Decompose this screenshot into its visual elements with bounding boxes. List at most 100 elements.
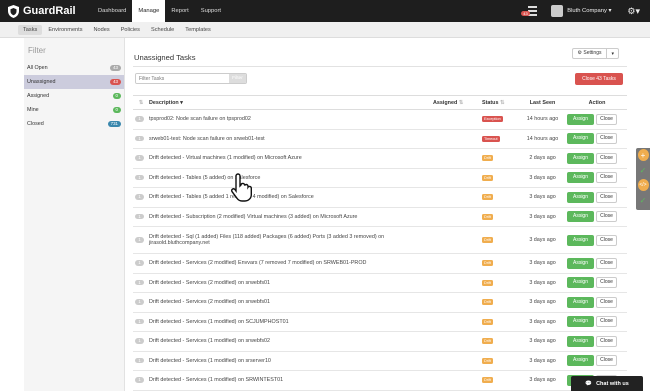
table-row: 1 Drift detected - Tables (5 added) on Sa… [133,168,627,188]
column-description[interactable]: Description ▾ [149,95,433,110]
check-icon[interactable]: ✓ [638,194,649,206]
tab-environments[interactable]: Environments [43,25,87,35]
column-status[interactable]: Status ⇅ [482,95,518,110]
sidebar-item-closed[interactable]: Closed 731 [24,117,124,131]
close-button[interactable]: Close [596,234,617,246]
gear-icon: ⚙ [577,50,583,56]
task-description[interactable]: Drift detected - Services (1 modified) o… [149,370,433,391]
count-badge: 43 [110,65,121,71]
assign-button[interactable]: Assign [567,296,594,308]
task-description[interactable]: Drift detected - Subscription (2 modifie… [149,207,433,227]
tab-policies[interactable]: Policies [116,25,145,35]
code-icon[interactable]: </> [637,179,649,191]
task-description[interactable]: Drift detected - Services (1 modified) o… [149,312,433,332]
assign-button[interactable]: Assign [567,316,594,328]
sidebar-item-unassigned[interactable]: Unassigned 43 [24,75,124,89]
assign-button[interactable]: Assign [567,211,594,223]
close-button[interactable]: Close [596,113,617,125]
task-description[interactable]: Drift detected - Services (1 modified) o… [149,331,433,352]
page-title: Unassigned Tasks [134,53,196,62]
row-count-badge: 1 [135,194,144,200]
column-last-seen[interactable]: Last Seen [518,95,567,110]
row-count-badge: 1 [135,279,144,286]
close-button[interactable]: Close [596,152,617,164]
column-assigned[interactable]: Assigned ⇅ [433,95,482,110]
app-logo[interactable]: GuardRail [0,4,92,18]
close-button[interactable]: Close [596,172,617,184]
assign-button[interactable]: Assign [567,234,594,246]
filter-input[interactable] [136,74,229,83]
close-button[interactable]: Close [596,133,617,145]
close-button[interactable]: Close [596,211,617,223]
assign-button[interactable]: Assign [567,257,594,269]
sort-icon[interactable]: ⇅ [133,95,149,110]
status-badge: Drift [482,299,493,306]
assign-button[interactable]: Assign [567,277,594,289]
avatar[interactable] [551,5,564,17]
close-button[interactable]: Close [596,257,617,269]
count-badge: 43 [110,79,121,85]
chat-widget[interactable]: 💬 Chat with us [571,376,643,391]
task-description[interactable]: Drift detected - Services (2 modified) o… [149,292,433,313]
sidebar-item-assigned[interactable]: Assigned 0 [24,89,124,103]
assign-button[interactable]: Assign [567,355,594,367]
count-badge: 0 [112,93,121,99]
assign-button[interactable]: Assign [567,172,594,184]
close-button[interactable]: Close [596,355,617,367]
nav-dashboard[interactable]: Dashboard [92,0,132,22]
settings-button[interactable]: ⚙ Settings ▾ [571,48,619,59]
task-description[interactable]: Drift detected - Tables (5 added 1 remov… [149,187,433,208]
task-description[interactable]: Drift detected - Services (2 modified) E… [149,253,433,274]
table-row: 1 srweb01-test: Node scan failure on srwe… [133,129,627,149]
tab-templates[interactable]: Templates [180,25,216,35]
close-button[interactable]: Close [596,191,617,203]
company-menu[interactable]: Bluth Company ▾ [567,8,611,14]
tab-schedule[interactable]: Schedule [146,25,179,35]
check-icon[interactable]: ✓ [638,164,649,176]
sidebar-item-all-open[interactable]: All Open 43 [24,61,124,75]
task-description[interactable]: tpsprod02: Node scan failure on tpsprod0… [149,109,433,130]
tab-tasks[interactable]: Tasks [18,24,43,35]
status-badge: Drift [482,237,493,243]
last-seen: 14 hours ago [518,129,567,149]
company-name: Bluth Company [567,8,607,14]
assigned-cell [433,253,482,274]
task-description[interactable]: Drift detected - Services (2 modified) o… [149,273,433,293]
status-badge: Drift [482,338,493,345]
close-button[interactable]: Close [596,335,617,347]
task-description[interactable]: Drift detected - Tables (5 added) on Sal… [149,168,433,188]
sidebar-item-mine[interactable]: Mine 0 [24,103,124,117]
assigned-cell [433,207,482,227]
last-seen: 3 days ago [518,168,567,188]
row-count-badge: 1 [135,213,144,220]
task-description[interactable]: Drift detected - Sql (1 added) Files (11… [149,226,433,254]
task-list-icon[interactable]: 43 [521,5,539,17]
task-description[interactable]: srweb01-test: Node scan failure on srweb… [149,129,433,149]
gear-icon[interactable]: ⚙▾ [627,6,640,17]
assign-button[interactable]: Assign [567,133,594,145]
sidebar-item-label: Closed [27,121,44,127]
task-description[interactable]: Drift detected - Services (1 modified) o… [149,351,433,371]
last-seen: 3 days ago [518,370,567,391]
chevron-down-icon[interactable]: ▾ [607,51,618,57]
assigned-cell [433,226,482,254]
assigned-cell [433,187,482,208]
close-button[interactable]: Close [596,277,617,289]
assign-button[interactable]: Assign [567,191,594,203]
task-description[interactable]: Drift detected - Virtual machines (1 mod… [149,148,433,169]
nav-support[interactable]: Support [195,0,227,22]
filter-button[interactable]: Filter [229,74,246,83]
assign-button[interactable]: Assign [567,152,594,164]
close-all-button[interactable]: Close 43 Tasks [575,73,623,85]
close-button[interactable]: Close [596,316,617,328]
row-count-badge: 1 [135,357,144,364]
assigned-cell [433,148,482,169]
close-button[interactable]: Close [596,296,617,308]
table-header-row: ⇅ Description ▾ Assigned ⇅ Status ⇅ Last… [133,95,627,110]
plus-icon[interactable]: + [637,149,649,161]
assign-button[interactable]: Assign [567,113,594,125]
nav-report[interactable]: Report [165,0,194,22]
nav-manage[interactable]: Manage [132,0,166,22]
assign-button[interactable]: Assign [567,335,594,347]
tab-nodes[interactable]: Nodes [89,25,115,35]
